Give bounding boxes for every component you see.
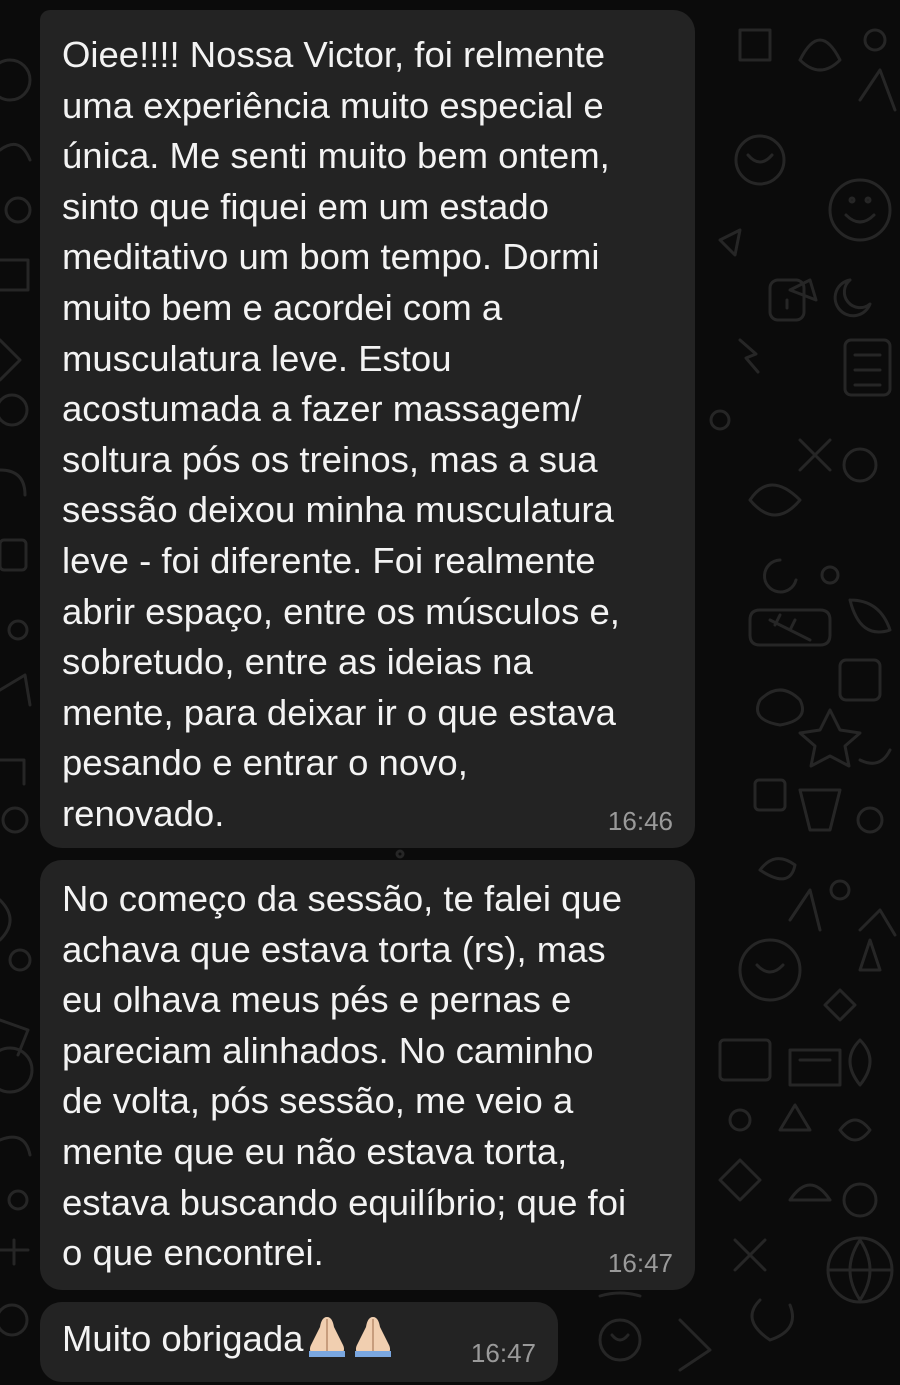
message-bubble-3[interactable]: Muito obrigada 16:47: [40, 1302, 558, 1382]
folded-hands-icon: [305, 1315, 397, 1371]
message-timestamp: 16:46: [607, 806, 673, 836]
message-timestamp: 16:47: [607, 1248, 673, 1278]
message-timestamp: 16:47: [470, 1338, 536, 1368]
message-bubble-2[interactable]: No começo da sessão, te falei que achava…: [40, 860, 695, 1290]
message-text: Oiee!!!! Nossa Victor, foi relmente uma …: [62, 34, 620, 834]
message-bubble-1[interactable]: Oiee!!!! Nossa Victor, foi relmente uma …: [40, 10, 695, 848]
message-text: No começo da sessão, te falei que achava…: [62, 878, 627, 1274]
message-text: Muito obrigada: [62, 1318, 304, 1359]
